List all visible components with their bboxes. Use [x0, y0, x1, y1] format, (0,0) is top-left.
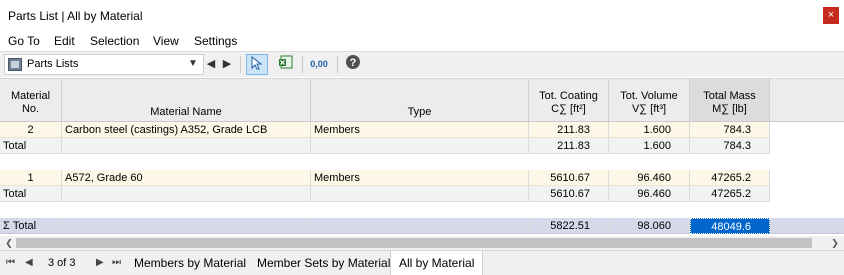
menu-bar: Go To Edit Selection View Settings: [0, 31, 844, 51]
cell-grand-total-label[interactable]: Σ Total: [0, 218, 62, 234]
toolbar-separator: [337, 56, 338, 73]
export-excel-button[interactable]: [275, 54, 297, 75]
table-row-total[interactable]: Total 5610.67 96.460 47265.2: [0, 186, 844, 202]
scrollbar-thumb[interactable]: [16, 238, 812, 248]
cell-type[interactable]: [311, 186, 529, 202]
cell-mass[interactable]: 47265.2: [690, 186, 770, 202]
cell-type[interactable]: [311, 218, 529, 234]
next-icon[interactable]: ▶: [220, 54, 234, 75]
header-empty: [770, 79, 844, 122]
tab-bar: ⏮ ◀ 3 of 3 ▶ ⏭ Members by Material Membe…: [0, 250, 844, 275]
last-page-icon[interactable]: ⏭: [112, 257, 121, 268]
scroll-right-icon[interactable]: ❯: [828, 236, 842, 250]
cell-type[interactable]: Members: [311, 170, 529, 186]
help-button[interactable]: ?: [342, 54, 364, 75]
cell-mass[interactable]: 784.3: [690, 122, 770, 138]
close-button[interactable]: ×: [823, 7, 839, 24]
cell-material-no[interactable]: 2: [0, 122, 62, 138]
menu-goto[interactable]: Go To: [8, 34, 40, 48]
cell-volume[interactable]: 96.460: [609, 186, 690, 202]
cell-coating[interactable]: 5610.67: [529, 186, 609, 202]
previous-icon[interactable]: ◀: [204, 54, 218, 75]
header-material-name[interactable]: Material Name: [62, 79, 311, 122]
header-tot-coating[interactable]: Tot. Coating C∑ [ft²]: [529, 79, 609, 122]
cell-coating[interactable]: 211.83: [529, 122, 609, 138]
page-indicator: 3 of 3: [48, 257, 76, 269]
menu-edit[interactable]: Edit: [54, 34, 75, 48]
cell-mass[interactable]: 47265.2: [690, 170, 770, 186]
header-total-mass[interactable]: Total Mass M∑ [lb]: [690, 79, 770, 122]
cell-coating[interactable]: 5610.67: [529, 170, 609, 186]
cell-type[interactable]: [311, 138, 529, 154]
next-page-icon[interactable]: ▶: [96, 257, 104, 268]
toolbar-separator: [240, 56, 241, 73]
cell-material-name[interactable]: A572, Grade 60: [62, 170, 311, 186]
select-in-model-button[interactable]: [246, 54, 268, 75]
cell-volume[interactable]: 98.060: [609, 218, 690, 234]
first-page-icon[interactable]: ⏮: [6, 257, 15, 268]
menu-settings[interactable]: Settings: [194, 34, 237, 48]
cell-type[interactable]: Members: [311, 122, 529, 138]
cell-volume[interactable]: 1.600: [609, 122, 690, 138]
window-title: Parts List | All by Material: [8, 9, 143, 23]
cell-mass-selected[interactable]: 48049.6: [690, 218, 770, 234]
toolbar: Parts Lists ▼ ◀ ▶ 0,00 ?: [0, 51, 844, 77]
scroll-left-icon[interactable]: ❮: [2, 236, 16, 250]
table-row[interactable]: 2 Carbon steel (castings) A352, Grade LC…: [0, 122, 844, 138]
excel-icon: [279, 55, 293, 69]
decimal-places-button[interactable]: 0,00: [307, 54, 331, 75]
title-bar: Parts List | All by Material ×: [0, 0, 844, 31]
header-type[interactable]: Type: [311, 79, 529, 122]
tab-member-sets-by-material[interactable]: Member Sets by Material: [249, 251, 400, 275]
menu-selection[interactable]: Selection: [90, 34, 139, 48]
svg-text:?: ?: [350, 57, 357, 69]
cell-material-name[interactable]: [62, 138, 311, 154]
table-row[interactable]: 1 A572, Grade 60 Members 5610.67 96.460 …: [0, 170, 844, 186]
parts-lists-select[interactable]: Parts Lists ▼: [4, 54, 204, 75]
cell-material-name[interactable]: Carbon steel (castings) A352, Grade LCB: [62, 122, 311, 138]
help-icon: ?: [346, 55, 360, 69]
chevron-down-icon[interactable]: ▼: [188, 58, 198, 69]
toolbar-separator: [302, 56, 303, 73]
table-row-total[interactable]: Total 211.83 1.600 784.3: [0, 138, 844, 154]
tab-members-by-material[interactable]: Members by Material: [126, 251, 256, 275]
cell-material-name[interactable]: [62, 218, 311, 234]
parts-list-icon: [8, 58, 22, 71]
parts-list-table: Material No. Material Name Type Tot. Coa…: [0, 78, 844, 236]
parts-lists-select-value: Parts Lists: [27, 58, 79, 70]
cell-coating[interactable]: 5822.51: [529, 218, 609, 234]
header-tot-volume[interactable]: Tot. Volume V∑ [ft³]: [609, 79, 690, 122]
cell-volume[interactable]: 1.600: [609, 138, 690, 154]
table-row-grand-total[interactable]: Σ Total 5822.51 98.060 48049.6: [0, 218, 844, 234]
select-arrow-icon: [251, 55, 263, 70]
cell-mass[interactable]: 784.3: [690, 138, 770, 154]
header-material-no[interactable]: Material No.: [0, 79, 62, 122]
tab-all-by-material[interactable]: All by Material: [390, 251, 484, 275]
cell-empty: [770, 218, 844, 234]
cell-total-label[interactable]: Total: [0, 186, 62, 202]
previous-page-icon[interactable]: ◀: [25, 257, 33, 268]
cell-material-no[interactable]: 1: [0, 170, 62, 186]
cell-coating[interactable]: 211.83: [529, 138, 609, 154]
horizontal-scrollbar[interactable]: ❮ ❯: [0, 236, 844, 250]
cell-volume[interactable]: 96.460: [609, 170, 690, 186]
cell-total-label[interactable]: Total: [0, 138, 62, 154]
cell-material-name[interactable]: [62, 186, 311, 202]
menu-view[interactable]: View: [153, 34, 179, 48]
